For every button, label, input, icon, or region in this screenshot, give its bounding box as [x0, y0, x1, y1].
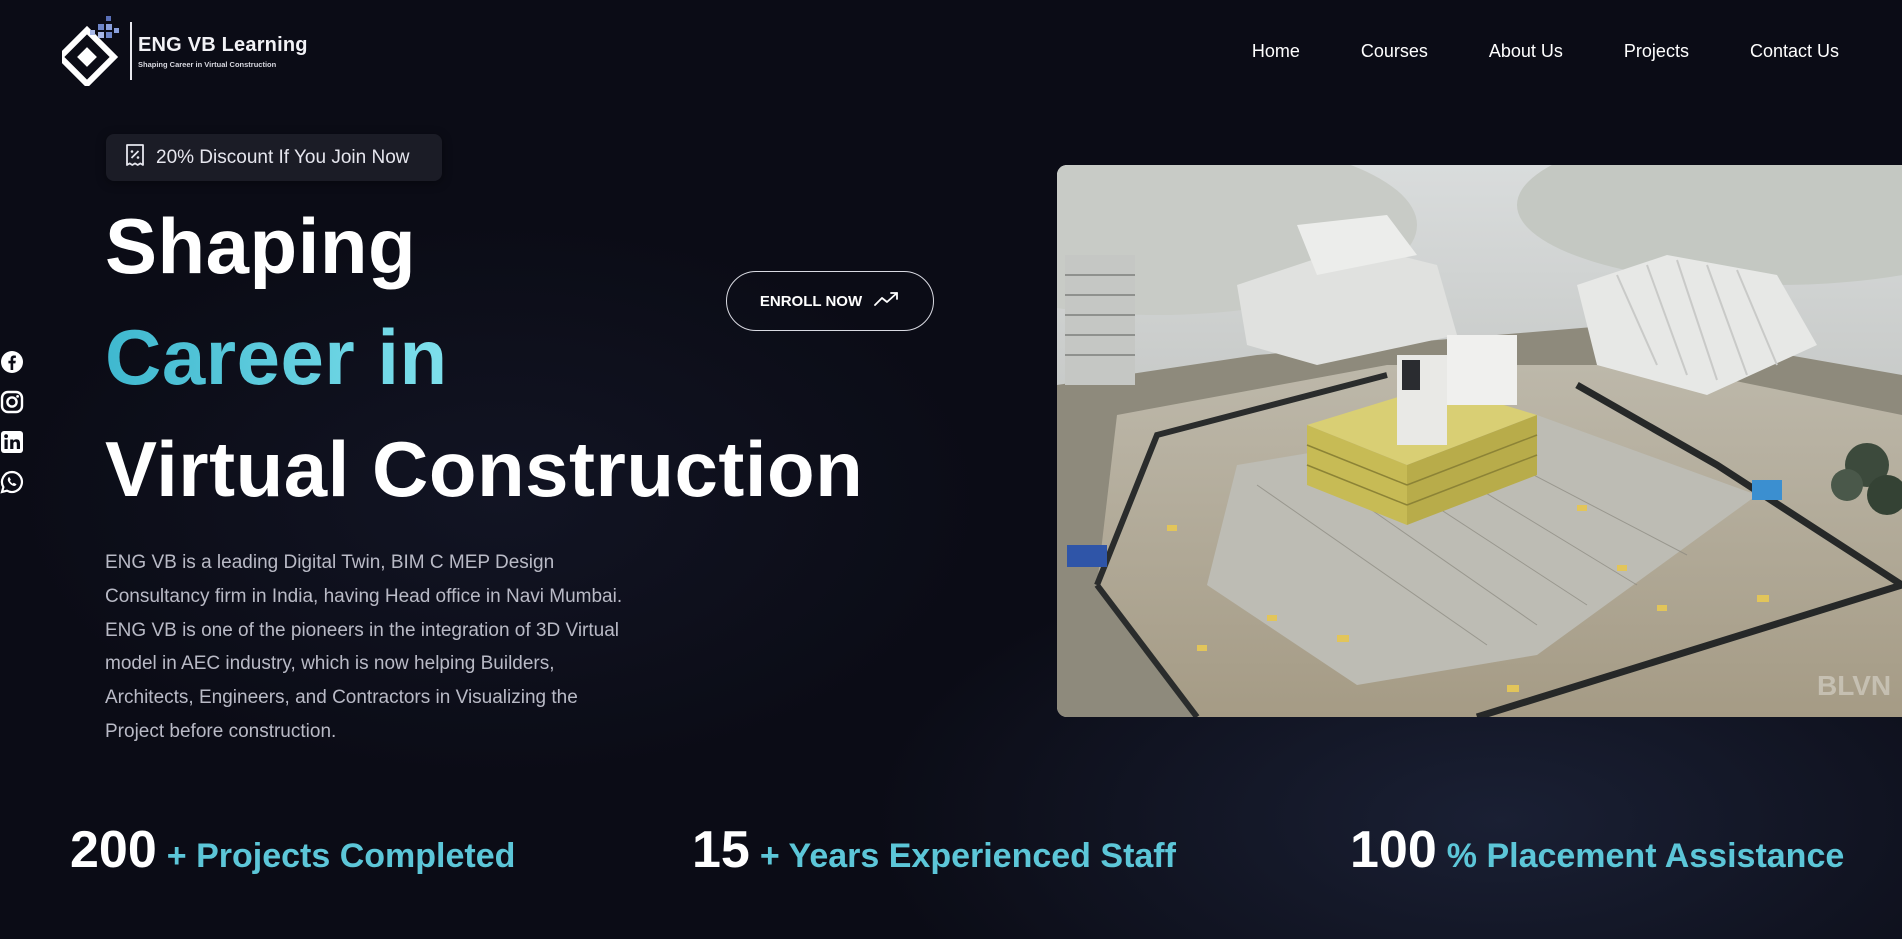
nav-projects[interactable]: Projects [1624, 41, 1689, 62]
hero-headline-line2: Career in [105, 313, 448, 401]
logo-divider [130, 22, 132, 80]
receipt-discount-icon [124, 143, 146, 172]
stat-years-label: + Years Experienced Staff [759, 837, 1176, 875]
nav-about-us[interactable]: About Us [1489, 41, 1563, 62]
brand-logo[interactable]: ENG VB Learning Shaping Career in Virtua… [55, 16, 308, 89]
page: ENG VB Learning Shaping Career in Virtua… [0, 0, 1902, 939]
main-nav: Home Courses About Us Projects Contact U… [1252, 41, 1839, 62]
instagram-icon[interactable] [0, 390, 24, 414]
stat-projects-label: + Projects Completed [166, 837, 516, 875]
hero-headline-line3: Virtual Construction [105, 425, 864, 513]
whatsapp-icon[interactable] [0, 470, 24, 494]
stat-placement-number: 100 [1350, 821, 1437, 879]
linkedin-icon[interactable] [0, 430, 24, 454]
brand-tagline: Shaping Career in Virtual Construction [138, 59, 277, 69]
construction-site-image: BLVN [1057, 165, 1902, 717]
stat-years: 15 + Years Experienced Staff [692, 820, 1176, 880]
stat-placement: 100 % Placement Assistance [1350, 820, 1844, 880]
trending-up-arrow-icon [874, 291, 900, 311]
hero-description: ENG VB is a leading Digital Twin, BIM C … [105, 552, 623, 742]
hero-headline-line1: Shaping [105, 202, 417, 290]
nav-home[interactable]: Home [1252, 41, 1300, 62]
stat-years-number: 15 [692, 821, 750, 879]
stat-projects-number: 200 [70, 821, 157, 879]
image-watermark: BLVN [1817, 670, 1891, 701]
enroll-now-label: ENROLL NOW [759, 292, 863, 310]
enroll-now-button[interactable]: ENROLL NOW [726, 271, 934, 331]
facebook-icon[interactable] [0, 350, 24, 374]
brand-name: ENG VB Learning [138, 33, 308, 56]
social-links [0, 350, 24, 494]
nav-courses[interactable]: Courses [1361, 41, 1428, 62]
discount-badge-text: 20% Discount If You Join Now [156, 146, 410, 168]
nav-contact-us[interactable]: Contact Us [1750, 41, 1839, 62]
discount-badge[interactable]: 20% Discount If You Join Now [106, 134, 442, 181]
logo-diamond-icon [55, 16, 128, 89]
stat-placement-label: % Placement Assistance [1446, 837, 1845, 875]
stat-projects: 200 + Projects Completed [70, 820, 515, 880]
